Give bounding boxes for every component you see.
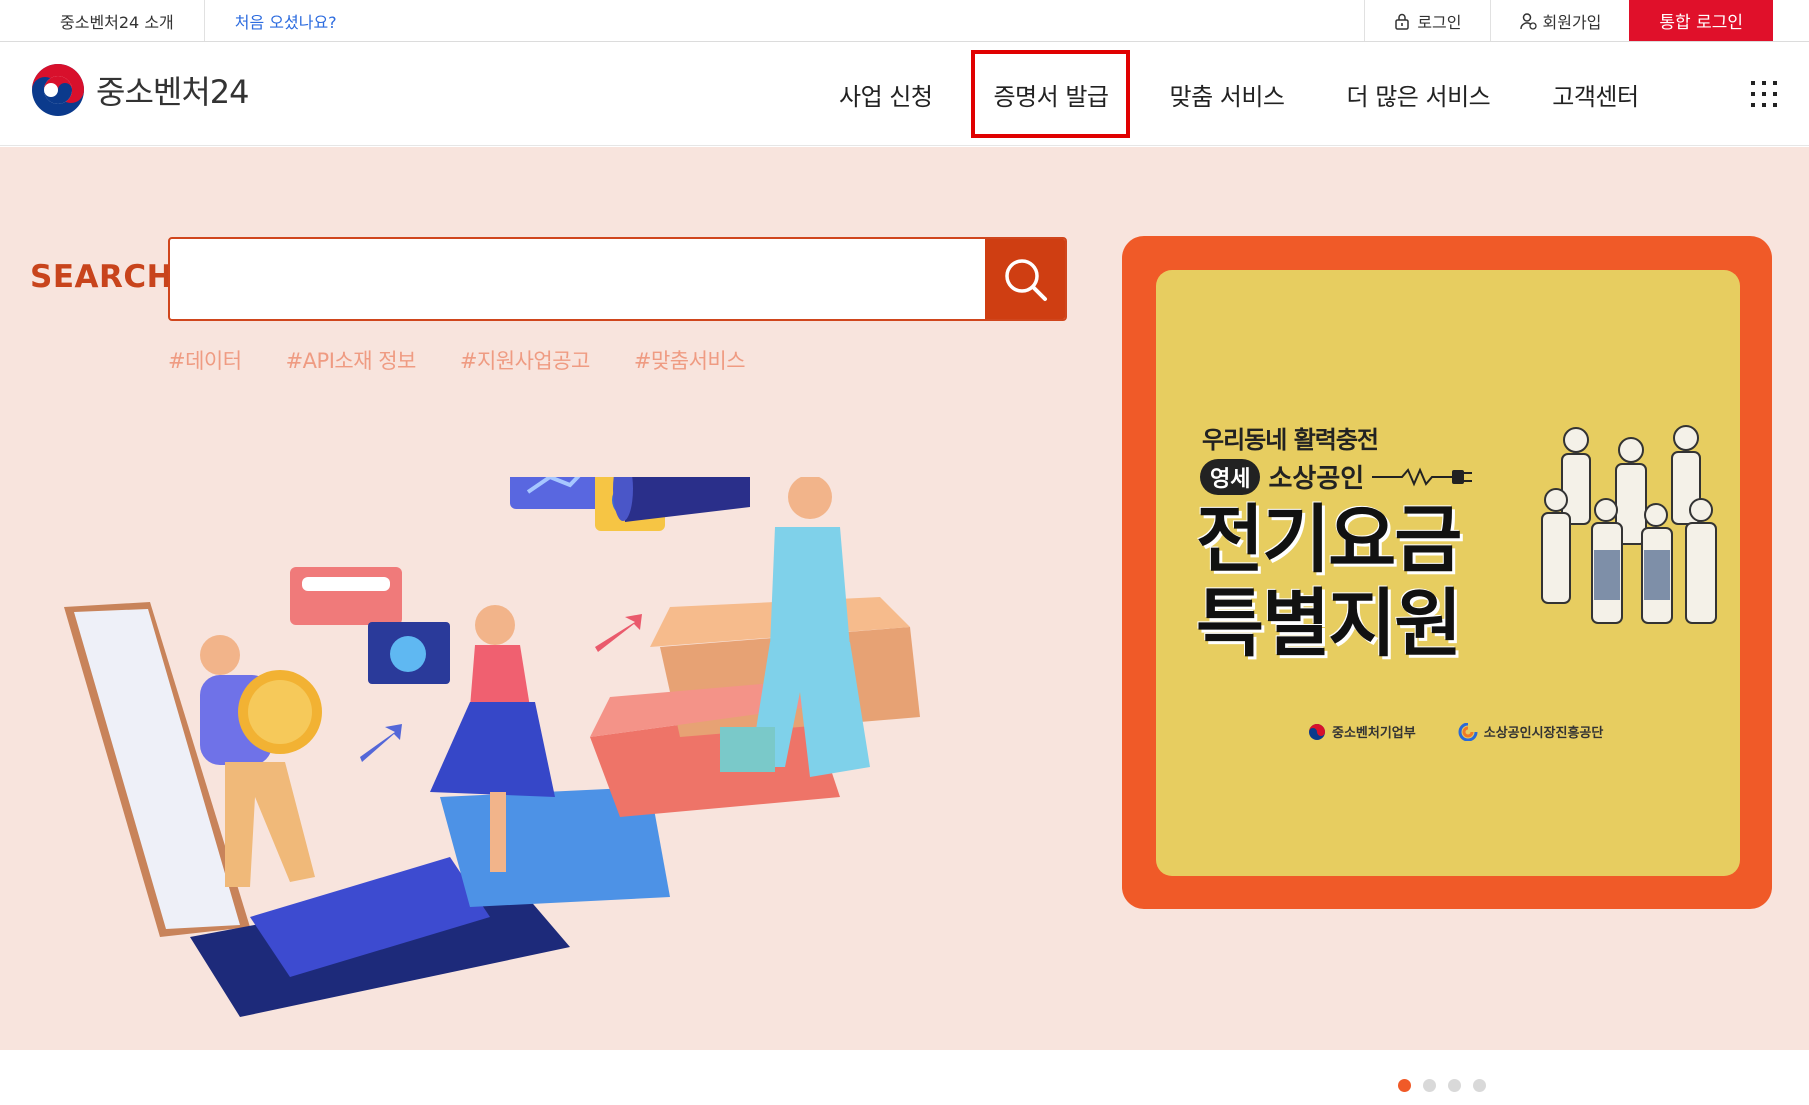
hero-illustration [64,477,920,1017]
signup-label: 회원가입 [1542,12,1602,32]
org-semas: 소상공인시장진흥공단 [1458,722,1604,741]
taegeuk-emblem-icon [32,64,84,116]
about-link[interactable]: 중소벤처24 소개 [0,0,204,41]
nav-customer-center[interactable]: 고객센터 [1521,42,1669,146]
utility-bar: 중소벤처24 소개 처음 오셨나요? 로그인 회원가입 통합 로그인 [0,0,1809,42]
main-header: 중소벤처24 사업 신청 증명서 발급 맞춤 서비스 더 많은 서비스 고객센터 [0,42,1809,146]
search-icon [1005,259,1047,301]
banner-line2-text: 소상공인 [1268,464,1365,494]
browser-card-illustration [290,567,450,684]
slide-dot-2[interactable] [1423,1079,1436,1092]
org1-label: 중소벤처기업부 [1332,726,1416,741]
login-label: 로그인 [1417,12,1462,32]
slide-dot-4[interactable] [1473,1079,1486,1092]
search-button[interactable] [985,239,1065,319]
search-input[interactable] [170,239,985,319]
search-tags: #데이터 #API소재 정보 #지원사업공고 #맞춤서비스 [168,345,746,375]
banner-title-line2: 특별지원 [1196,581,1462,667]
banner-line1: 우리동네 활력충전 [1202,420,1379,455]
hero-section: SEARCH #데이터 #API소재 정보 #지원사업공고 #맞춤서비스 우리동… [0,147,1809,1092]
global-nav: 사업 신청 증명서 발급 맞춤 서비스 더 많은 서비스 고객센터 [808,42,1670,146]
plug-icon [1372,466,1473,487]
banner-line1-bold: 활력충전 [1293,426,1379,454]
org2-label: 소상공인시장진흥공단 [1483,726,1604,741]
all-menu-grid-icon[interactable] [1749,79,1779,109]
search-label: SEARCH [30,259,174,295]
tag-data[interactable]: #데이터 [168,345,242,375]
tag-custom-service[interactable]: #맞춤서비스 [634,345,746,375]
banner-pill: 영세 [1200,458,1261,495]
tag-support-notice[interactable]: #지원사업공고 [460,345,591,375]
first-visit-link[interactable]: 처음 오셨나요? [205,0,367,41]
taegeuk-small-icon [1309,723,1325,740]
utility-left: 중소벤처24 소개 처음 오셨나요? [0,0,367,41]
banner-title-line1: 전기요금 [1196,497,1462,583]
nav-custom-service[interactable]: 맞춤 서비스 [1138,42,1315,146]
slide-dot-1[interactable] [1398,1079,1411,1092]
utility-right: 로그인 회원가입 통합 로그인 [1364,0,1773,41]
site-logo[interactable]: 중소벤처24 [30,62,249,118]
logo-text: 중소벤처24 [96,73,249,111]
banner-title: 전기요금 특별지원 [1196,497,1462,667]
shop-owners-illustration [1541,425,1717,624]
org-mss: 중소벤처기업부 [1308,722,1416,741]
tag-api[interactable]: #API소재 정보 [286,345,417,375]
banner-orgs: 중소벤처기업부 소상공인시장진흥공단 [1308,722,1603,741]
login-link[interactable]: 로그인 [1364,0,1489,41]
promo-banner-content: 우리동네 활력충전 영세 소상공인 전기요금 특별지원 중소벤처기업부 소상공인… [1156,270,1740,876]
banner-line2: 영세 소상공인 [1200,458,1482,495]
banner-line1-prefix: 우리동네 [1202,426,1287,454]
nav-more-services[interactable]: 더 많은 서비스 [1316,42,1522,146]
integrated-login-button[interactable]: 통합 로그인 [1629,0,1773,41]
semas-logo-icon [1458,722,1478,741]
nav-certificate-issue[interactable]: 증명서 발급 [963,42,1138,146]
lock-icon [1395,13,1410,30]
nav-business-apply[interactable]: 사업 신청 [808,42,963,146]
signup-link[interactable]: 회원가입 [1489,0,1630,41]
slide-dot-3[interactable] [1448,1079,1461,1092]
banner-pagination [1398,1079,1486,1092]
promo-banner[interactable]: 우리동네 활력충전 영세 소상공인 전기요금 특별지원 중소벤처기업부 소상공인… [1122,236,1772,909]
user-add-icon [1519,12,1537,30]
search-box [168,237,1067,321]
